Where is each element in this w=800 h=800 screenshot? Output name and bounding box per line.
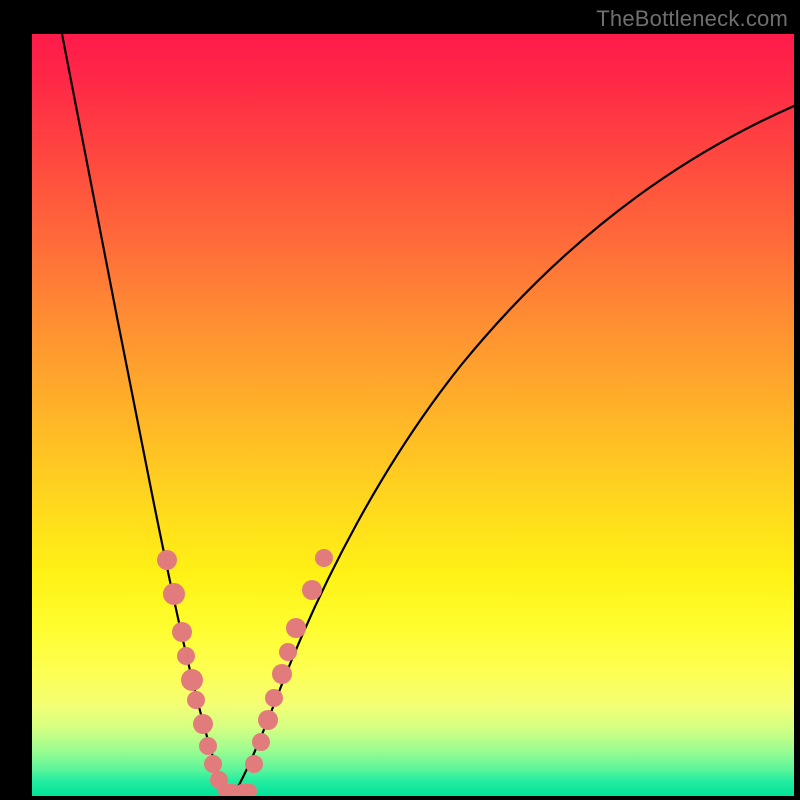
data-dots-right (245, 549, 333, 773)
curve-right-arm (232, 106, 794, 796)
data-pills-bottom (218, 784, 257, 796)
chart-frame: TheBottleneck.com (0, 0, 800, 800)
plot-area (32, 34, 794, 796)
data-dots-left (157, 550, 228, 789)
curve-left-arm (62, 34, 232, 796)
chart-svg (32, 34, 794, 796)
watermark-text: TheBottleneck.com (596, 6, 788, 32)
